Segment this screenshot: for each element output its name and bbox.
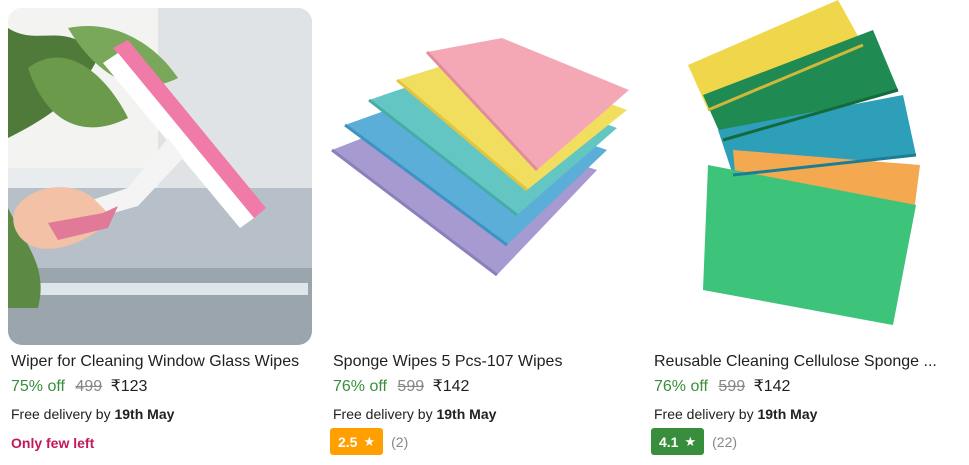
rating-value: 2.5 xyxy=(338,433,358,450)
star-icon: ★ xyxy=(363,433,376,449)
delivery-date: 19th May xyxy=(114,406,175,422)
star-icon: ★ xyxy=(684,433,697,449)
rating-count: (2) xyxy=(391,433,409,450)
product-image-wiper[interactable] xyxy=(8,8,312,345)
product-card-sponge-wipes[interactable]: Sponge Wipes 5 Pcs-107 Wipes 76% off 599… xyxy=(322,0,638,465)
stock-note: Only few left xyxy=(11,435,95,451)
rating-row: 2.5 ★ (2) xyxy=(330,428,408,455)
original-price: 499 xyxy=(75,378,103,395)
price-line: 76% off 599 ₹142 xyxy=(654,377,790,397)
delivery-date: 19th May xyxy=(757,406,818,422)
rating-badge[interactable]: 4.1 ★ xyxy=(651,428,705,455)
discount-percent: 76% off xyxy=(654,378,708,395)
delivery-info: Free delivery by 19th May xyxy=(11,404,174,424)
product-card-cellulose-sponge[interactable]: Reusable Cleaning Cellulose Sponge ... 7… xyxy=(643,0,959,465)
price-line: 76% off 599 ₹142 xyxy=(333,377,469,397)
product-title[interactable]: Reusable Cleaning Cellulose Sponge ... xyxy=(654,352,954,372)
delivery-info: Free delivery by 19th May xyxy=(333,404,496,424)
rating-value: 4.1 xyxy=(659,433,679,450)
price-line: 75% off 499 ₹123 xyxy=(11,377,147,397)
delivery-prefix: Free delivery by xyxy=(333,406,433,422)
product-grid: Wiper for Cleaning Window Glass Wipes 75… xyxy=(0,0,969,465)
selling-price: ₹142 xyxy=(753,378,791,395)
delivery-prefix: Free delivery by xyxy=(654,406,754,422)
discount-percent: 75% off xyxy=(11,378,65,395)
original-price: 599 xyxy=(718,378,746,395)
delivery-prefix: Free delivery by xyxy=(11,406,111,422)
rating-count: (22) xyxy=(712,433,738,450)
product-card-wiper[interactable]: Wiper for Cleaning Window Glass Wipes 75… xyxy=(0,0,316,465)
product-title[interactable]: Wiper for Cleaning Window Glass Wipes xyxy=(11,352,311,372)
discount-percent: 76% off xyxy=(333,378,387,395)
selling-price: ₹142 xyxy=(432,378,470,395)
delivery-date: 19th May xyxy=(436,406,497,422)
original-price: 599 xyxy=(397,378,425,395)
rating-badge[interactable]: 2.5 ★ xyxy=(330,428,384,455)
rating-row: 4.1 ★ (22) xyxy=(651,428,737,455)
product-image-sponge-wipes[interactable] xyxy=(327,0,635,345)
selling-price: ₹123 xyxy=(110,378,148,395)
product-title[interactable]: Sponge Wipes 5 Pcs-107 Wipes xyxy=(333,352,633,372)
product-image-cellulose-sponge[interactable] xyxy=(648,0,956,345)
delivery-info: Free delivery by 19th May xyxy=(654,404,817,424)
